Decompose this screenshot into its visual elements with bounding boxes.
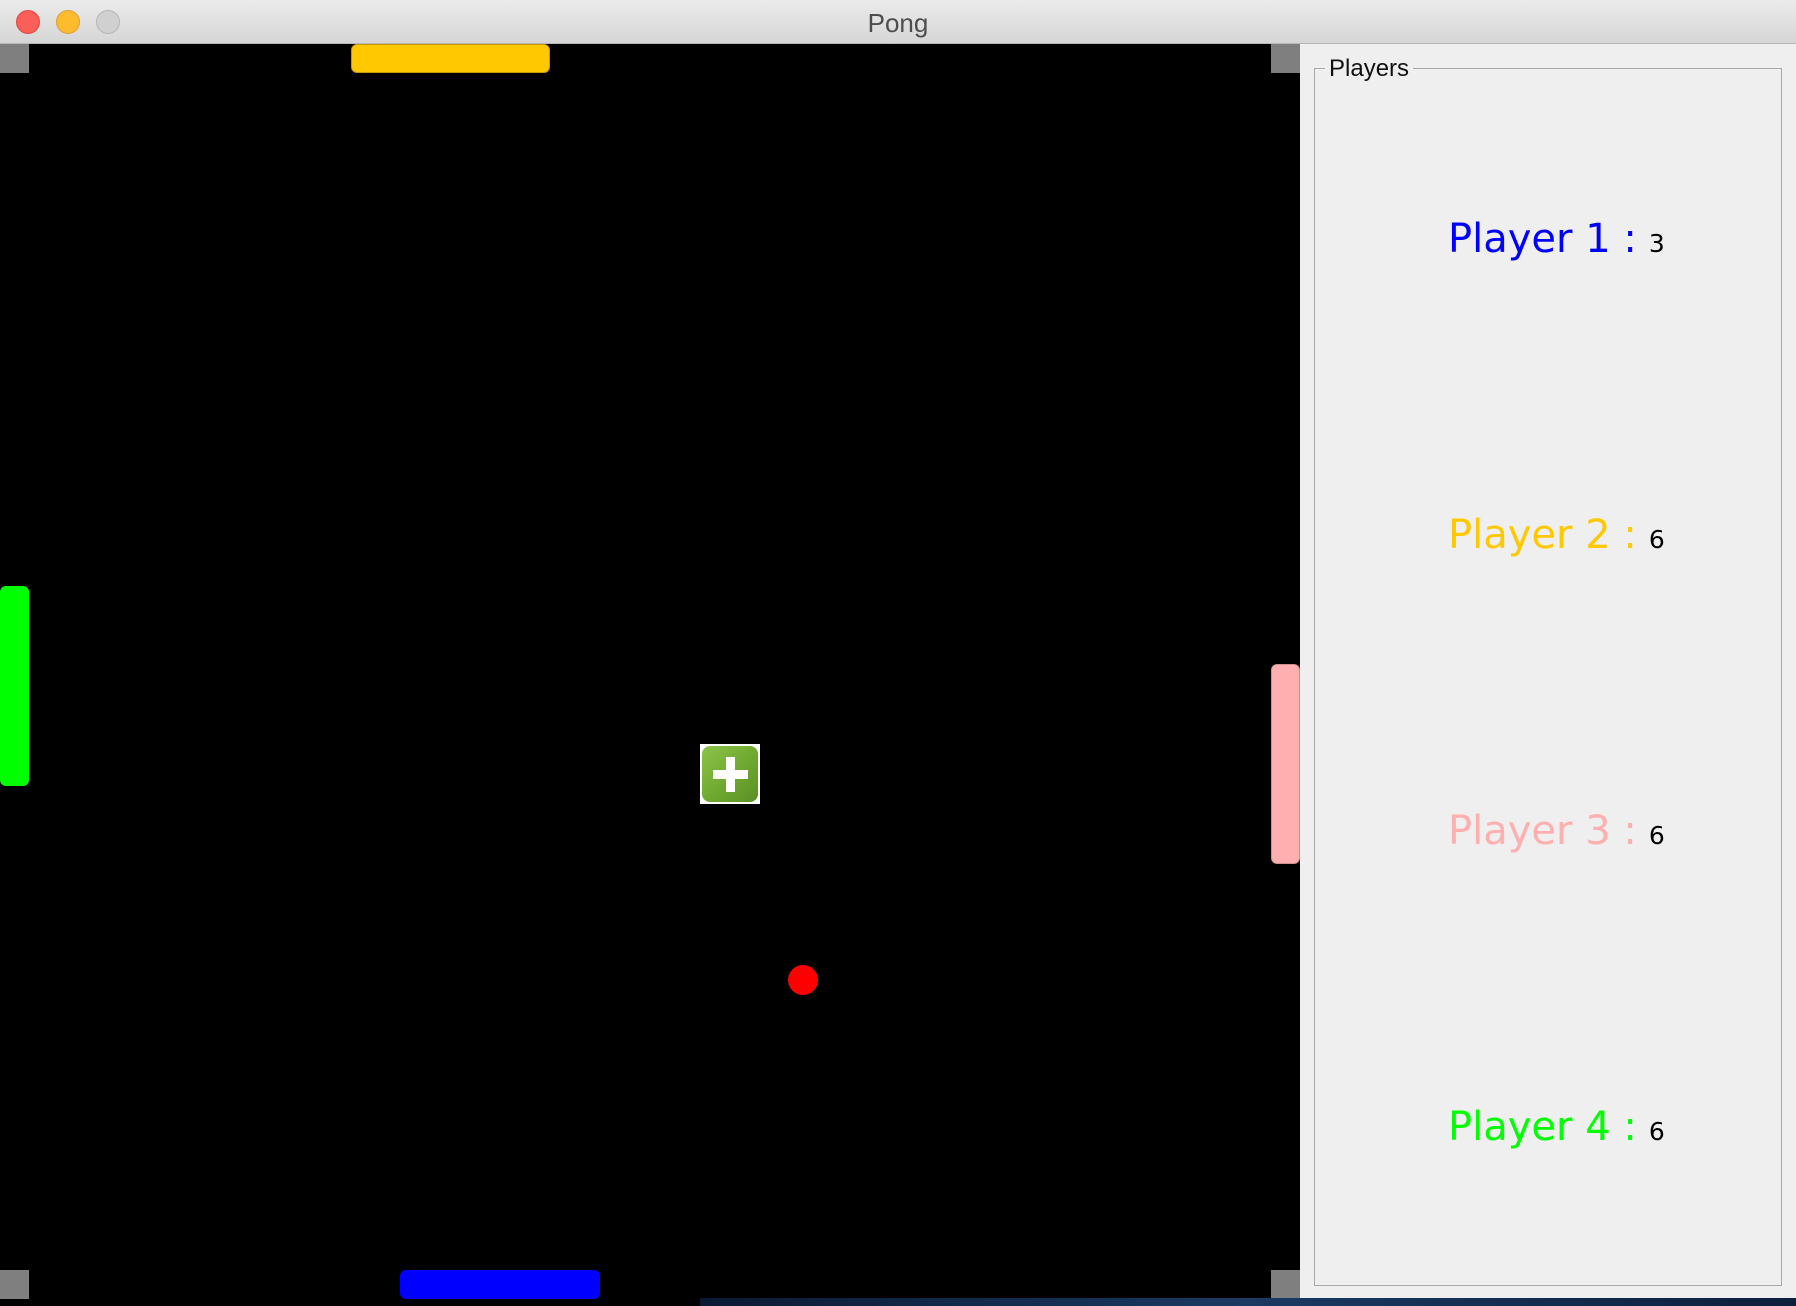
ball — [788, 965, 818, 995]
game-board[interactable] — [0, 44, 1300, 1306]
window-title: Pong — [867, 8, 929, 38]
desktop-background-strip — [700, 1298, 1796, 1306]
title-bar: Pong — [0, 0, 1796, 44]
paddle-top — [351, 44, 550, 73]
corner-block-top-left — [0, 44, 29, 73]
players-panel: Players Player 1 : 3 Player 2 : 6 Player 3… — [1300, 44, 1796, 1306]
player-score: 6 — [1648, 1117, 1665, 1146]
player-score-row: Player 1 : 3 — [1448, 216, 1665, 266]
player-score-row: Player 4 : 6 — [1448, 1104, 1665, 1154]
player-score: 6 — [1648, 821, 1665, 850]
player-score-row: Player 3 : 6 — [1448, 808, 1665, 858]
players-group: Players Player 1 : 3 Player 2 : 6 Player 3… — [1314, 55, 1782, 1286]
player-score: 6 — [1648, 525, 1665, 554]
paddle-right — [1271, 664, 1300, 864]
player-score-row: Player 2 : 6 — [1448, 512, 1665, 562]
pong-window: Pong Players Player 1 : 3 Player 2 : 6 Pla… — [0, 0, 1796, 1306]
paddle-left — [0, 586, 29, 786]
corner-block-bottom-right — [1271, 1270, 1300, 1299]
player-label: Player 3 : — [1448, 808, 1637, 854]
corner-block-bottom-left — [0, 1270, 29, 1299]
player-score: 3 — [1648, 229, 1665, 258]
player-label: Player 4 : — [1448, 1104, 1637, 1150]
player-label: Player 1 : — [1448, 216, 1637, 262]
paddle-bottom — [400, 1270, 600, 1299]
corner-block-top-right — [1271, 44, 1300, 73]
players-group-title: Players — [1325, 55, 1414, 83]
player-label: Player 2 : — [1448, 512, 1637, 558]
plus-powerup — [700, 744, 760, 804]
plus-icon — [702, 746, 758, 802]
